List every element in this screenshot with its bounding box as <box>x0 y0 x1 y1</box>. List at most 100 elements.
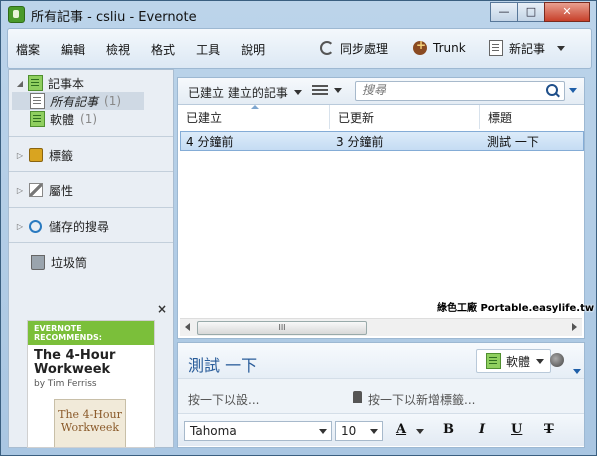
trunk-icon <box>413 38 427 55</box>
sidebar: ◢ 記事本 所有記事 (1) 軟體 (1) ▷ 標籤 ▷ 屬性 ▷ 儲存的搜尋 … <box>8 69 174 448</box>
notebook-selector[interactable]: 軟體 <box>476 349 552 373</box>
saved-search-icon <box>29 219 42 233</box>
column-updated[interactable]: 已更新 <box>330 105 480 129</box>
menu-format[interactable]: 格式 <box>151 41 175 58</box>
sidebar-item-label: 標籤 <box>49 148 74 163</box>
attributes-icon <box>29 183 43 197</box>
menu-view[interactable]: 檢視 <box>106 41 130 58</box>
sidebar-item-label: 儲存的搜尋 <box>49 219 110 234</box>
cell-updated: 3 分鐘前 <box>336 135 384 149</box>
menu-tools[interactable]: 工具 <box>196 41 220 58</box>
source-url-field[interactable]: 按一下以設... <box>188 391 259 408</box>
font-color-dropdown-icon[interactable] <box>416 429 424 434</box>
chevron-down-icon <box>536 358 545 364</box>
search-box[interactable] <box>355 81 565 101</box>
sync-button[interactable]: 同步處理 <box>320 38 388 58</box>
divider <box>9 242 173 243</box>
collapse-arrow-icon[interactable]: ◢ <box>15 79 25 88</box>
ad-header: EVERNOTE RECOMMENDS: <box>28 321 154 345</box>
menu-bar: 檔案 編輯 檢視 格式 工具 說明 <box>16 41 286 58</box>
globe-icon[interactable] <box>550 353 564 367</box>
minimize-button[interactable]: — <box>490 2 518 22</box>
expand-arrow-icon[interactable]: ▷ <box>15 222 25 231</box>
watermark: 綠色工廠 Portable.easylife.tw <box>437 303 595 314</box>
ad-book-title: The 4-Hour Workweek <box>34 348 116 377</box>
strikethrough-button[interactable]: T <box>544 422 554 437</box>
trash-icon <box>31 254 45 270</box>
divider <box>9 136 173 137</box>
maximize-button[interactable]: □ <box>517 2 545 22</box>
sidebar-item-saved-searches[interactable]: ▷ 儲存的搜尋 <box>9 217 109 235</box>
chevron-down-icon <box>293 90 302 95</box>
menu-help[interactable]: 說明 <box>241 41 265 58</box>
sort-view-dropdown[interactable]: 已建立 建立的記事 <box>188 84 302 101</box>
notebook-icon <box>30 111 45 127</box>
scroll-thumb[interactable]: III <box>197 321 367 335</box>
sidebar-item-tags[interactable]: ▷ 標籤 <box>9 146 73 164</box>
book-cover: The 4-Hour Workweek <box>54 399 126 447</box>
divider <box>9 207 173 208</box>
note-title[interactable]: 測試 一下 <box>188 352 257 376</box>
note-editor-panel: 測試 一下 軟體 按一下以設... 按一下以新增標籤... Tahoma 10 <box>177 342 585 448</box>
chevron-down-icon <box>334 87 342 93</box>
new-note-label: 新記事 <box>509 41 546 56</box>
title-bar: 所有記事 - csliu - Evernote — □ ✕ <box>1 1 596 27</box>
sidebar-item-software[interactable]: 軟體 (1) <box>12 110 97 128</box>
expand-arrow-icon[interactable]: ▷ <box>15 186 25 195</box>
evernote-app-icon <box>8 6 25 23</box>
add-tags-field[interactable]: 按一下以新增標籤... <box>368 391 475 408</box>
expand-chevron-icon[interactable] <box>573 369 581 374</box>
trunk-button[interactable]: Trunk <box>413 38 466 58</box>
note-header: 測試 一下 軟體 <box>178 343 584 378</box>
sort-view-label: 已建立 建立的記事 <box>188 86 288 100</box>
underline-button[interactable]: U <box>511 422 522 437</box>
bold-button[interactable]: B <box>443 422 454 437</box>
new-note-button[interactable]: 新記事 <box>489 38 566 58</box>
view-mode-dropdown[interactable] <box>312 85 342 95</box>
column-created[interactable]: 已建立 <box>178 105 330 129</box>
font-size-select[interactable]: 10 <box>335 421 383 441</box>
ad-book-author: by Tim Ferriss <box>34 379 97 389</box>
trunk-label: Trunk <box>433 41 466 55</box>
ad-close-button[interactable]: × <box>157 302 167 316</box>
close-button[interactable]: ✕ <box>544 2 590 22</box>
menu-file[interactable]: 檔案 <box>16 41 40 58</box>
note-count: (1) <box>104 94 122 108</box>
cell-title: 測試 一下 <box>487 135 539 149</box>
sidebar-notebooks-header[interactable]: ◢ 記事本 <box>9 74 84 92</box>
expand-chevron-icon[interactable] <box>569 88 577 93</box>
sidebar-item-trash[interactable]: 垃圾筒 <box>9 253 87 271</box>
scroll-left-icon[interactable] <box>185 323 190 331</box>
menu-edit[interactable]: 編輯 <box>61 41 85 58</box>
new-note-icon <box>489 40 503 56</box>
horizontal-scrollbar[interactable]: III <box>180 318 582 336</box>
font-color-button[interactable]: A <box>396 422 406 437</box>
sync-label: 同步處理 <box>340 41 389 56</box>
recommendation-ad[interactable]: EVERNOTE RECOMMENDS: The 4-Hour Workweek… <box>27 320 155 448</box>
italic-button[interactable]: I <box>479 422 485 437</box>
scroll-right-icon[interactable] <box>572 323 577 331</box>
expand-arrow-icon[interactable]: ▷ <box>15 151 25 160</box>
sidebar-item-label: 垃圾筒 <box>51 255 88 270</box>
font-family-select[interactable]: Tahoma <box>184 421 332 441</box>
note-count: (1) <box>80 112 98 126</box>
notebook-selector-label: 軟體 <box>506 354 531 369</box>
font-size-value: 10 <box>341 424 357 438</box>
table-row[interactable]: 4 分鐘前 3 分鐘前 測試 一下 <box>180 131 584 151</box>
notebooks-label: 記事本 <box>48 76 85 91</box>
note-metadata-bar: 按一下以設... 按一下以新增標籤... <box>178 378 584 414</box>
search-input[interactable] <box>356 82 532 98</box>
sidebar-item-all-notes[interactable]: 所有記事 (1) <box>12 92 144 110</box>
cell-created: 4 分鐘前 <box>186 135 234 149</box>
new-note-dropdown-icon[interactable] <box>557 45 566 51</box>
list-toolbar: 已建立 建立的記事 <box>178 78 584 105</box>
list-view-icon <box>312 85 328 95</box>
search-icon[interactable] <box>546 84 558 96</box>
format-toolbar: Tahoma 10 A B I U T <box>178 414 584 446</box>
main-toolbar: 檔案 編輯 檢視 格式 工具 說明 同步處理 Trunk 新記事 <box>7 28 592 69</box>
column-title[interactable]: 標題 <box>480 105 584 129</box>
window-title: 所有記事 - csliu - Evernote <box>31 10 197 25</box>
font-family-value: Tahoma <box>190 424 237 438</box>
sidebar-item-attributes[interactable]: ▷ 屬性 <box>9 181 73 199</box>
sidebar-item-label: 屬性 <box>49 183 74 198</box>
